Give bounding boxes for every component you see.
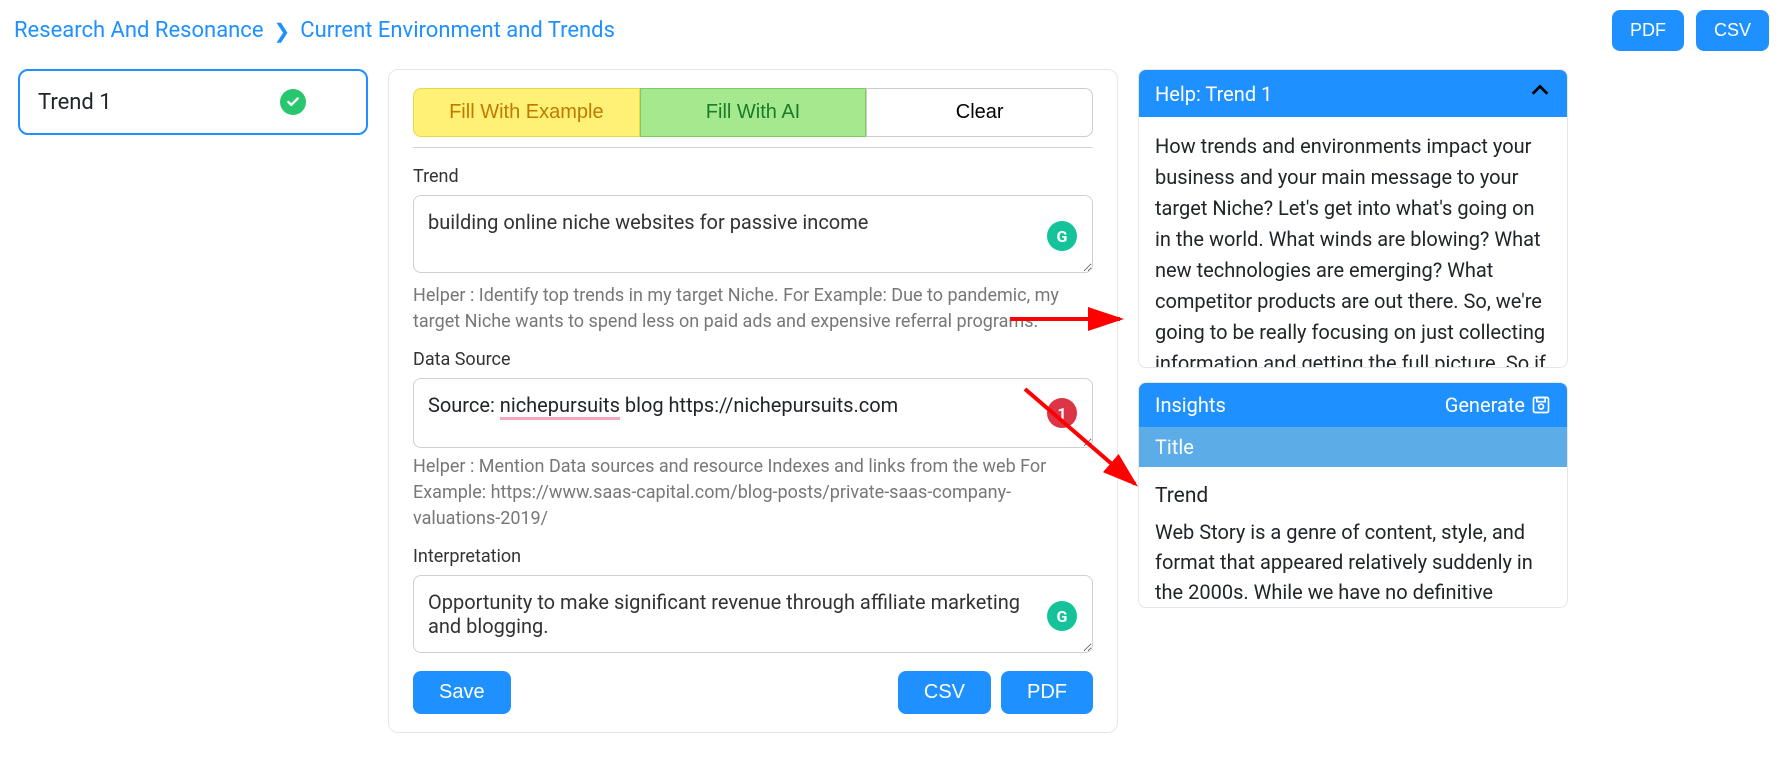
data-source-input[interactable]: Source: nichepursuits blog https://niche… bbox=[413, 378, 1093, 448]
breadcrumb-parent[interactable]: Research And Resonance bbox=[14, 18, 264, 43]
divider bbox=[413, 147, 1093, 148]
spell-underline: nichepursuits bbox=[500, 393, 620, 420]
interpretation-label: Interpretation bbox=[413, 546, 1093, 567]
insights-panel: Insights Generate Title Trend Web Story … bbox=[1138, 382, 1568, 608]
check-circle-icon bbox=[280, 89, 306, 115]
insights-subheader: Title bbox=[1139, 427, 1567, 467]
trend-input[interactable] bbox=[413, 195, 1093, 273]
grammarly-icon[interactable]: G bbox=[1047, 601, 1077, 631]
trend-tab-list: Trend 1 bbox=[18, 69, 368, 733]
help-panel: Help: Trend 1 How trends and environment… bbox=[1138, 69, 1568, 368]
chevron-right-icon: ❯ bbox=[274, 19, 291, 43]
trend-helper-text: Helper : Identify top trends in my targe… bbox=[413, 283, 1093, 335]
trend-editor-card: Fill With Example Fill With AI Clear Tre… bbox=[388, 69, 1118, 733]
save-disk-icon bbox=[1531, 395, 1551, 415]
fill-with-ai-button[interactable]: Fill With AI bbox=[640, 88, 867, 137]
data-source-label: Data Source bbox=[413, 349, 1093, 370]
chevron-up-icon[interactable] bbox=[1529, 80, 1551, 107]
generate-button[interactable]: Generate bbox=[1445, 393, 1551, 417]
help-panel-title: Help: Trend 1 bbox=[1155, 82, 1272, 106]
export-pdf-button[interactable]: PDF bbox=[1612, 10, 1684, 51]
export-csv-button-bottom[interactable]: CSV bbox=[898, 671, 991, 714]
insights-body-heading: Trend bbox=[1155, 481, 1551, 513]
clear-button[interactable]: Clear bbox=[866, 88, 1093, 137]
trend-label: Trend bbox=[413, 166, 1093, 187]
insights-panel-title: Insights bbox=[1155, 393, 1226, 417]
interpretation-input[interactable] bbox=[413, 575, 1093, 653]
breadcrumb: Research And Resonance ❯ Current Environ… bbox=[14, 18, 615, 43]
insights-body[interactable]: Trend Web Story is a genre of content, s… bbox=[1139, 467, 1567, 607]
insights-body-text: Web Story is a genre of content, style, … bbox=[1155, 517, 1551, 608]
export-csv-button[interactable]: CSV bbox=[1696, 10, 1769, 51]
help-panel-body: How trends and environments impact your … bbox=[1139, 117, 1567, 367]
grammarly-icon[interactable]: G bbox=[1047, 221, 1077, 251]
export-pdf-button-bottom[interactable]: PDF bbox=[1001, 671, 1093, 714]
save-button[interactable]: Save bbox=[413, 671, 511, 714]
grammarly-error-badge[interactable]: 1 bbox=[1047, 398, 1077, 428]
data-source-helper-text: Helper : Mention Data sources and resour… bbox=[413, 454, 1093, 532]
fill-with-example-button[interactable]: Fill With Example bbox=[413, 88, 640, 137]
breadcrumb-current[interactable]: Current Environment and Trends bbox=[300, 18, 615, 43]
trend-tab-label: Trend 1 bbox=[38, 90, 112, 115]
trend-tab-1[interactable]: Trend 1 bbox=[18, 69, 368, 135]
